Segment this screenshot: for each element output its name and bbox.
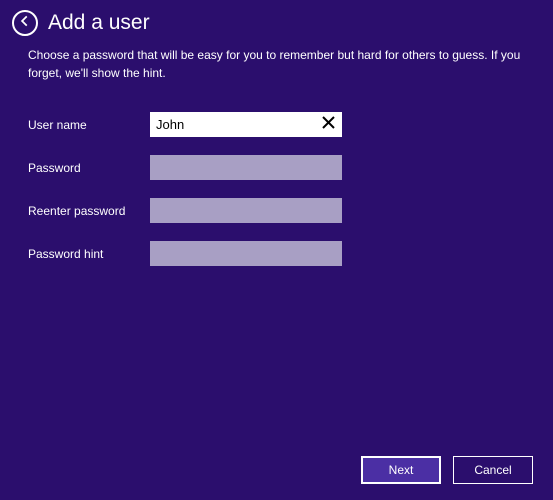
reenter-password-row: Reenter password [28,198,525,223]
password-hint-label: Password hint [28,247,150,261]
page-description: Choose a password that will be easy for … [0,42,553,102]
username-row: User name [28,112,525,137]
password-input[interactable] [150,155,342,180]
password-hint-row: Password hint [28,241,525,266]
username-label: User name [28,118,150,132]
back-arrow-icon [18,14,32,33]
back-button[interactable] [12,10,38,36]
page-title: Add a user [48,11,150,35]
cancel-button[interactable]: Cancel [453,456,533,484]
user-form: User name Password Reenter password Pass… [0,102,553,294]
close-icon [322,116,335,134]
password-row: Password [28,155,525,180]
page-header: Add a user [0,0,553,42]
clear-username-button[interactable] [316,112,340,137]
password-label: Password [28,161,150,175]
reenter-password-label: Reenter password [28,204,150,218]
reenter-password-input[interactable] [150,198,342,223]
username-input-wrap [150,112,342,137]
password-hint-input[interactable] [150,241,342,266]
username-input[interactable] [150,112,342,137]
next-button[interactable]: Next [361,456,441,484]
footer-buttons: Next Cancel [361,456,533,484]
